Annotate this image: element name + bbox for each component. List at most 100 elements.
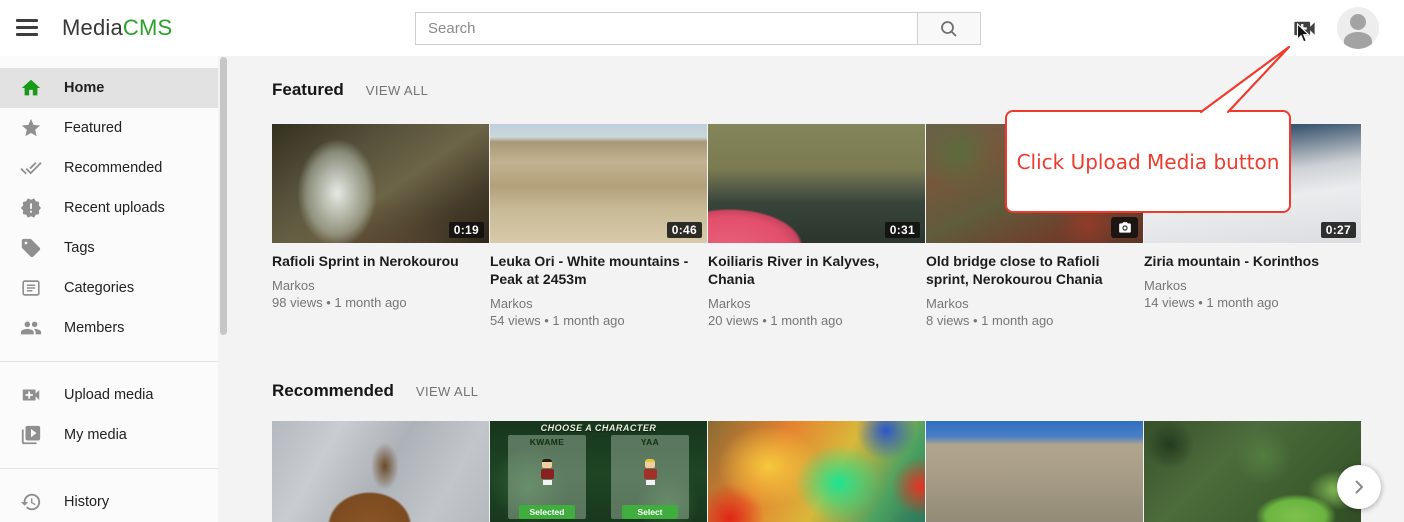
media-meta: 8 views • 1 month ago [926, 312, 1143, 329]
sidebar-item-recommended[interactable]: Recommended [0, 148, 218, 188]
sidebar-item-members[interactable]: Members [0, 308, 218, 348]
sidebar-item-label: Members [64, 320, 124, 336]
double-check-icon [20, 157, 42, 179]
sidebar-item-label: Tags [64, 240, 95, 256]
sidebar-item-label: History [64, 494, 109, 510]
search-input[interactable] [415, 12, 917, 45]
mediacms-app: MediaCMS [0, 0, 1404, 522]
members-icon [20, 317, 42, 339]
recommended-cards-row: CHOOSE A CHARACTER KWAME Selected YAA Se… [272, 421, 1361, 522]
avatar-head [1350, 14, 1366, 30]
sidebar-item-label: Categories [64, 280, 134, 296]
media-meta: 14 views • 1 month ago [1144, 294, 1361, 311]
logo-media-text: Media [62, 15, 123, 40]
home-icon [20, 77, 42, 99]
sidebar-item-label: Featured [64, 120, 122, 136]
media-author[interactable]: Markos [272, 277, 489, 294]
sidebar-divider [0, 468, 218, 469]
media-thumbnail[interactable]: 0:19 [272, 124, 489, 243]
search-bar [415, 12, 981, 45]
media-thumbnail[interactable]: 0:46 [490, 124, 707, 243]
game-character-panel: KWAME Selected [508, 435, 586, 519]
featured-section-header: Featured VIEW ALL [272, 80, 428, 100]
sidebar-item-categories[interactable]: Categories [0, 268, 218, 308]
sidebar-item-featured[interactable]: Featured [0, 108, 218, 148]
sidebar-item-label: Home [64, 80, 104, 96]
media-thumbnail[interactable]: 0:31 [708, 124, 925, 243]
sidebar-item-history[interactable]: History [0, 482, 218, 522]
sidebar-item-tags[interactable]: Tags [0, 228, 218, 268]
game-character-sprite [642, 459, 658, 485]
sidebar-item-upload-media[interactable]: Upload media [0, 375, 218, 415]
user-avatar[interactable] [1337, 7, 1379, 49]
sidebar-item-label: Upload media [64, 387, 153, 403]
annotation-callout: Click Upload Media button [1005, 110, 1291, 213]
sidebar-divider [0, 361, 218, 362]
game-character-name: KWAME [508, 437, 586, 447]
video-upload-icon [20, 384, 42, 406]
section-title-featured: Featured [272, 80, 344, 100]
game-character-panel: YAA Select [611, 435, 689, 519]
carousel-next-button[interactable] [1337, 465, 1381, 509]
media-thumbnail[interactable] [1144, 421, 1361, 522]
top-bar: MediaCMS [0, 0, 1404, 56]
sidebar-item-home[interactable]: Home [0, 68, 218, 108]
media-thumbnail[interactable] [272, 421, 489, 522]
sidebar-scrollbar[interactable] [220, 57, 227, 335]
chevron-right-icon [1351, 479, 1367, 495]
duration-badge: 0:31 [885, 222, 920, 238]
duration-badge: 0:46 [667, 222, 702, 238]
media-meta: 98 views • 1 month ago [272, 294, 489, 311]
media-title[interactable]: Old bridge close to Rafioli sprint, Nero… [926, 252, 1143, 288]
featured-view-all-link[interactable]: VIEW ALL [366, 83, 428, 98]
star-icon [20, 117, 42, 139]
game-character-sprite [539, 459, 555, 485]
sidebar-item-label: Recommended [64, 160, 162, 176]
tag-icon [20, 237, 42, 259]
media-meta: 20 views • 1 month ago [708, 312, 925, 329]
media-card: 0:46 Leuka Ori - White mountains - Peak … [490, 124, 707, 329]
search-button[interactable] [917, 12, 981, 45]
upload-media-button[interactable] [1291, 15, 1318, 42]
media-card: 0:19 Rafioli Sprint in Nerokourou Markos… [272, 124, 489, 329]
game-selected-button: Selected [519, 505, 575, 519]
photo-badge [1111, 217, 1138, 238]
recommended-section-header: Recommended VIEW ALL [272, 381, 478, 401]
logo[interactable]: MediaCMS [62, 15, 172, 41]
media-author[interactable]: Markos [490, 295, 707, 312]
menu-icon[interactable] [16, 19, 40, 37]
media-author[interactable]: Markos [1144, 277, 1361, 294]
video-library-icon [20, 424, 42, 446]
categories-icon [20, 277, 42, 299]
media-thumbnail[interactable] [926, 421, 1143, 522]
annotation-text: Click Upload Media button [1017, 150, 1280, 174]
media-author[interactable]: Markos [926, 295, 1143, 312]
history-icon [20, 491, 42, 513]
duration-badge: 0:19 [449, 222, 484, 238]
logo-cms-text: CMS [123, 15, 173, 40]
sidebar: Home Featured Recommended Recent uploads [0, 56, 218, 522]
video-upload-icon [1291, 15, 1318, 42]
media-thumbnail[interactable] [708, 421, 925, 522]
sidebar-item-my-media[interactable]: My media [0, 415, 218, 455]
media-card: 0:31 Koiliaris River in Kalyves, Chania … [708, 124, 925, 329]
search-icon [939, 19, 959, 39]
sidebar-item-label: Recent uploads [64, 200, 165, 216]
media-title[interactable]: Leuka Ori - White mountains - Peak at 24… [490, 252, 707, 288]
section-title-recommended: Recommended [272, 381, 394, 401]
media-title[interactable]: Ziria mountain - Korinthos [1144, 252, 1361, 270]
avatar-bust [1344, 32, 1372, 49]
new-releases-icon [20, 197, 42, 219]
camera-icon [1118, 221, 1132, 235]
media-title[interactable]: Rafioli Sprint in Nerokourou [272, 252, 489, 270]
media-meta: 54 views • 1 month ago [490, 312, 707, 329]
media-thumbnail[interactable]: CHOOSE A CHARACTER KWAME Selected YAA Se… [490, 421, 707, 522]
game-select-button: Select [622, 505, 678, 519]
game-heading-text: CHOOSE A CHARACTER [490, 423, 707, 433]
media-author[interactable]: Markos [708, 295, 925, 312]
recommended-view-all-link[interactable]: VIEW ALL [416, 384, 478, 399]
sidebar-item-label: My media [64, 427, 127, 443]
duration-badge: 0:27 [1321, 222, 1356, 238]
media-title[interactable]: Koiliaris River in Kalyves, Chania [708, 252, 925, 288]
sidebar-item-recent-uploads[interactable]: Recent uploads [0, 188, 218, 228]
